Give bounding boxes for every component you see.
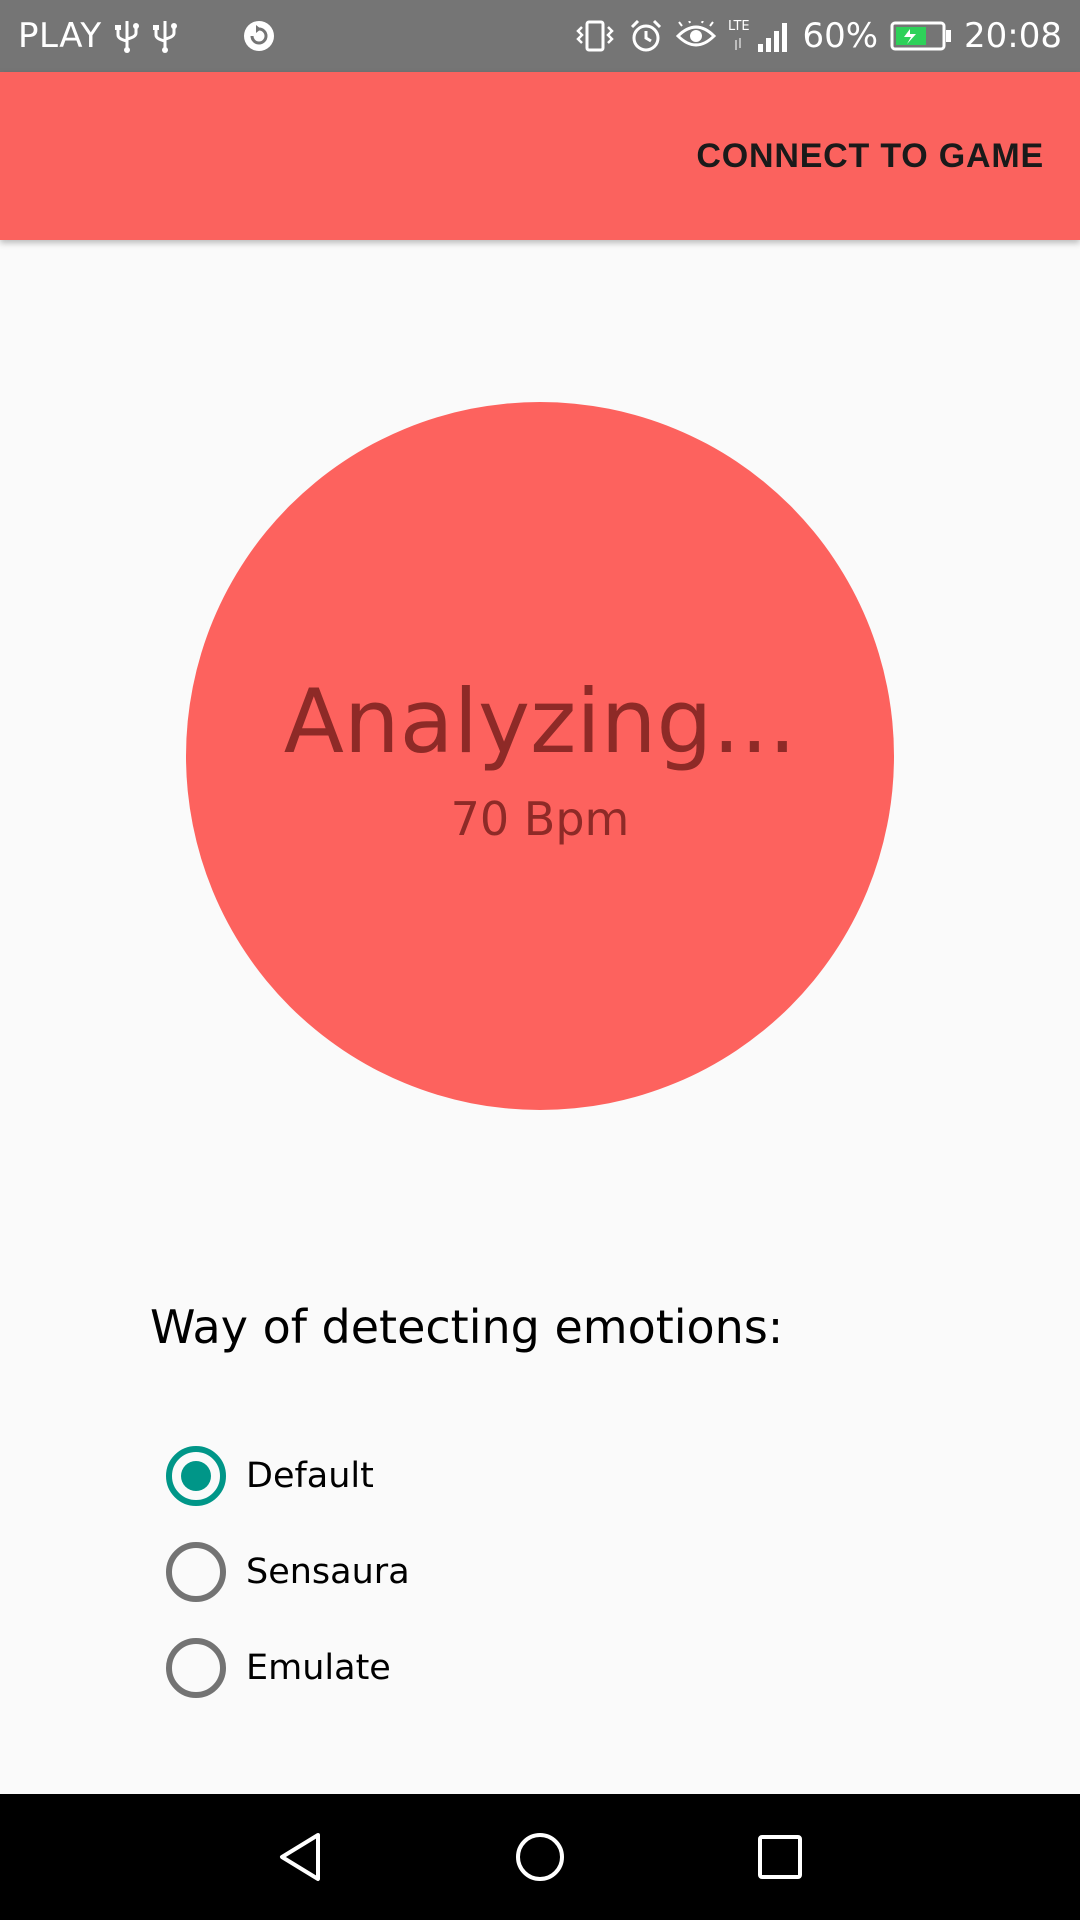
usb-icon xyxy=(114,19,140,53)
status-bar-right: LTE 60% 20:08 xyxy=(574,16,1062,56)
battery-charging-icon xyxy=(890,20,952,52)
radio-label: Sensaura xyxy=(246,1552,410,1592)
vibrate-icon xyxy=(574,19,616,53)
clock: 20:08 xyxy=(964,16,1062,56)
status-bar: PLAY LTE 60% 20:08 xyxy=(0,0,1080,72)
usb-icon xyxy=(152,19,178,53)
battery-percent: 60% xyxy=(802,16,879,56)
radio-dot xyxy=(181,1461,211,1491)
radio-option-sensaura[interactable]: Sensaura xyxy=(166,1524,410,1620)
heart-rate-status-circle: Analyzing... 70 Bpm xyxy=(186,402,894,1110)
analysis-status-text: Analyzing... xyxy=(283,670,797,773)
radio-label: Emulate xyxy=(246,1648,391,1688)
sync-icon xyxy=(242,19,276,53)
radio-option-emulate[interactable]: Emulate xyxy=(166,1620,410,1716)
home-icon[interactable] xyxy=(490,1807,590,1907)
radio-label: Default xyxy=(246,1456,374,1496)
app-screen: PLAY LTE 60% 20:08 CONNECT TO GAME Analy… xyxy=(0,0,1080,1920)
connect-to-game-button[interactable]: CONNECT TO GAME xyxy=(696,121,1044,192)
radio-button-unchecked-icon[interactable] xyxy=(166,1542,226,1602)
back-icon[interactable] xyxy=(250,1807,350,1907)
bpm-readout: 70 Bpm xyxy=(450,792,630,846)
app-bar: CONNECT TO GAME xyxy=(0,72,1080,240)
radio-option-default[interactable]: Default xyxy=(166,1428,410,1524)
detection-method-heading: Way of detecting emotions: xyxy=(150,1300,784,1354)
recents-icon[interactable] xyxy=(730,1807,830,1907)
alarm-icon xyxy=(628,18,664,54)
radio-button-checked-icon[interactable] xyxy=(166,1446,226,1506)
radio-button-unchecked-icon[interactable] xyxy=(166,1638,226,1698)
signal-icon: LTE xyxy=(728,18,790,54)
carrier-label: PLAY xyxy=(18,16,102,56)
detection-method-radio-group: Default Sensaura Emulate xyxy=(166,1428,410,1716)
system-navigation-bar xyxy=(0,1794,1080,1920)
network-type-label: LTE xyxy=(728,19,750,34)
status-bar-left: PLAY xyxy=(18,16,276,56)
eye-icon xyxy=(676,21,717,51)
